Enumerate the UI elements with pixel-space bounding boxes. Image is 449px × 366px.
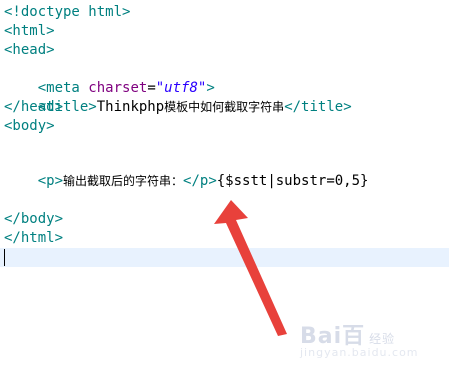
- annotation-arrow-icon: [214, 200, 287, 336]
- watermark-logo: Bai百 经验 jingyan.baidu.com: [300, 318, 419, 359]
- code-editor[interactable]: <!doctype html> <html> <head> <meta char…: [0, 0, 449, 366]
- watermark-url: jingyan.baidu.com: [300, 346, 419, 359]
- watermark-tag: 经验: [369, 332, 396, 346]
